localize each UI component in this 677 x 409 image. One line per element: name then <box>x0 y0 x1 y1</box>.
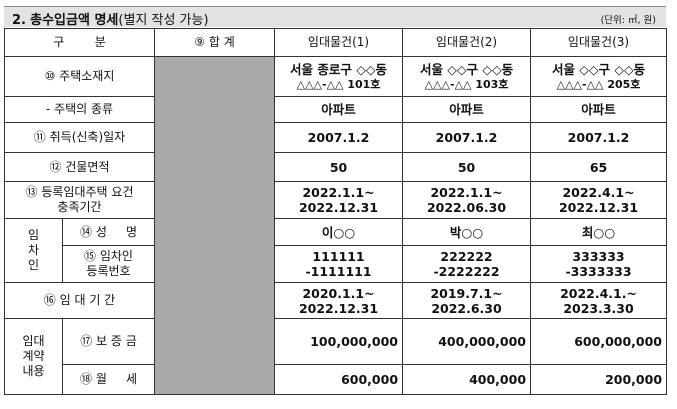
address-row: ⑩ 주택소재지 서울 종로구 ◇◇동 △△△-△△ 101호 서울 ◇◇구 ◇◇… <box>3 56 668 395</box>
house-type-row: - 주택의 종류 아파트 아파트 아파트 <box>3 96 668 123</box>
acquisition-date-row: ⑪ 취득(신축)일자 2007.1.2 2007.1.2 2007.1.2 <box>3 122 668 153</box>
house1-type: 아파트 <box>274 96 404 123</box>
house3-tenant-regno: 333333 -3333333 <box>530 245 668 283</box>
lease-period-row: ⑯ 임 대 기 간 2020.1.1~ 2022.12.31 2019.7.1~… <box>3 282 668 319</box>
title-note: (별지 작성 가능) <box>118 13 209 28</box>
house2-lease-period: 2019.7.1~ 2022.6.30 <box>402 282 532 319</box>
acquisition-date-label: ⑪ 취득(신축)일자 <box>3 122 156 153</box>
section-title: 2. 총수입금액 명세(별지 작성 가능) <box>12 9 209 28</box>
house3-tenant-name: 최○○ <box>530 218 668 246</box>
house2-rent: 400,000 <box>402 364 532 395</box>
house2-tenant-name: 박○○ <box>402 218 532 246</box>
area-label: ⑫ 건물면적 <box>3 152 156 182</box>
contract-group-label: 임대 계약 내용 <box>4 318 63 395</box>
header-house3: 임대물건(3) <box>530 28 668 57</box>
house1-tenant-regno: 111111 -1111111 <box>274 245 404 283</box>
house1-address: 서울 종로구 ◇◇동 △△△-△△ 101호 <box>274 56 404 97</box>
registration-period-row: ⑬ 등록임대주택 요건 충족기간 2022.1.1~ 2022.12.31 20… <box>3 181 668 219</box>
section-title-bar: 2. 총수입금액 명세(별지 작성 가능) (단위: ㎡, 원) <box>4 6 666 28</box>
header-category: 구 분 <box>3 28 156 57</box>
house2-area: 50 <box>402 152 532 182</box>
house1-acquisition-date: 2007.1.2 <box>274 122 404 153</box>
house-type-label: - 주택의 종류 <box>3 96 156 123</box>
house1-area: 50 <box>274 152 404 182</box>
income-statement-table: 구 분 ⑨ 합 계 임대물건(1) 임대물건(2) 임대물건(3) ⑩ 주택소재… <box>3 28 668 395</box>
header-house1: 임대물건(1) <box>274 28 404 57</box>
title-bold: 총수입금액 명세 <box>30 13 119 28</box>
title-number: 2. <box>12 13 26 28</box>
house3-registration-period: 2022.4.1~ 2022.12.31 <box>530 181 668 219</box>
area-row: ⑫ 건물면적 50 50 65 <box>3 152 668 182</box>
tenant-regno-row: ⑮ 임차인 등록번호 111111 -1111111 222222 -22222… <box>5 245 668 283</box>
rent-row: ⑱ 월 세 600,000 400,000 200,000 <box>5 364 668 395</box>
house1-tenant-name: 이○○ <box>274 218 404 246</box>
unit-label: (단위: ㎡, 원) <box>600 15 656 26</box>
house3-lease-period: 2022.4.1.~ 2023.3.30 <box>530 282 668 319</box>
house1-lease-period: 2020.1.1~ 2022.12.31 <box>274 282 404 319</box>
header-row: 구 분 ⑨ 합 계 임대물건(1) 임대물건(2) 임대물건(3) <box>3 28 668 57</box>
tenant-group-label: 임 차 인 <box>4 218 63 283</box>
house3-rent: 200,000 <box>530 364 668 395</box>
house1-deposit: 100,000,000 <box>274 318 404 365</box>
house3-area: 65 <box>530 152 668 182</box>
deposit-label: ⑰ 보 증 금 <box>61 318 156 365</box>
tenant-name-label: ⑭ 성 명 <box>61 218 156 246</box>
house2-deposit: 400,000,000 <box>402 318 532 365</box>
house1-rent: 600,000 <box>274 364 404 395</box>
house2-type: 아파트 <box>402 96 532 123</box>
house3-deposit: 600,000,000 <box>530 318 668 365</box>
house2-registration-period: 2022.1.1~ 2022.06.30 <box>402 181 532 219</box>
address-label: ⑩ 주택소재지 <box>3 56 156 97</box>
rent-label: ⑱ 월 세 <box>61 364 156 395</box>
house3-acquisition-date: 2007.1.2 <box>530 122 668 153</box>
lease-period-label: ⑯ 임 대 기 간 <box>3 282 156 319</box>
deposit-row: 임대 계약 내용 ⑰ 보 증 금 100,000,000 400,000,000… <box>4 318 668 395</box>
tenant-regno-label: ⑮ 임차인 등록번호 <box>61 245 156 283</box>
house2-acquisition-date: 2007.1.2 <box>402 122 532 153</box>
tenant-name-row: 임 차 인 ⑭ 성 명 이○○ 박○○ 최○○ <box>4 218 668 283</box>
header-house2: 임대물건(2) <box>402 28 532 57</box>
house1-registration-period: 2022.1.1~ 2022.12.31 <box>274 181 404 219</box>
total-column-shaded <box>154 56 276 395</box>
header-total: ⑨ 합 계 <box>154 28 276 57</box>
house2-address: 서울 ◇◇구 ◇◇동 △△△-△△ 103호 <box>402 56 532 97</box>
house3-address: 서울 ◇◇구 ◇◇동 △△△-△△ 205호 <box>530 56 668 97</box>
house2-tenant-regno: 222222 -2222222 <box>402 245 532 283</box>
registration-period-label: ⑬ 등록임대주택 요건 충족기간 <box>3 181 156 219</box>
house3-type: 아파트 <box>530 96 668 123</box>
